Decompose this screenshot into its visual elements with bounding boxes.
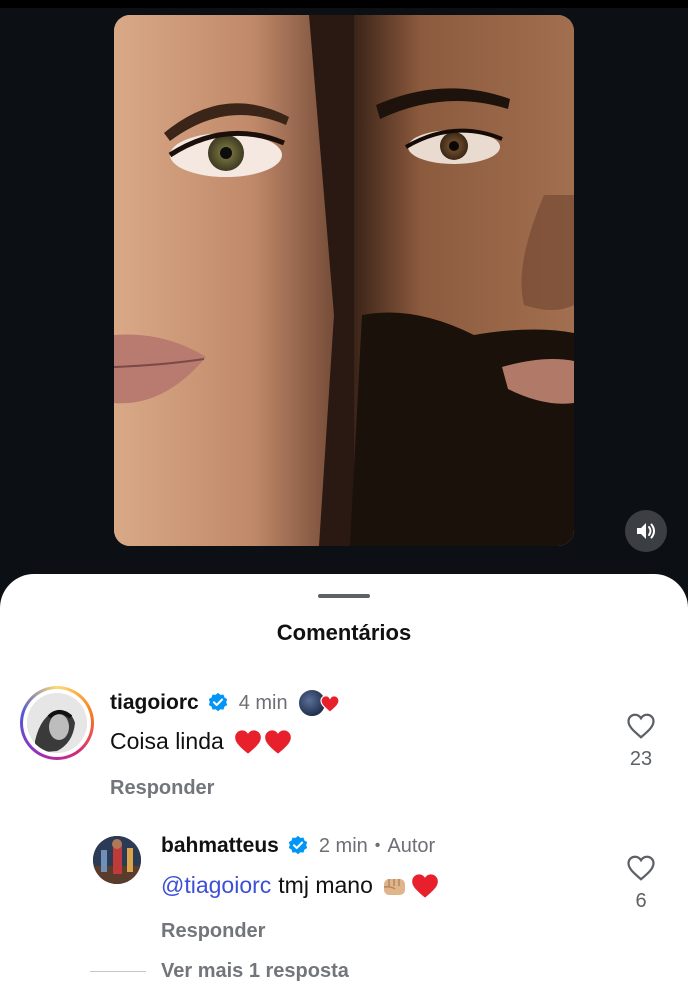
- mention-link[interactable]: @tiagoiorc: [161, 872, 271, 899]
- heart-outline-icon[interactable]: [626, 712, 656, 740]
- thread-line: [90, 970, 146, 973]
- author-label: Autor: [387, 834, 436, 857]
- reply-button[interactable]: Responder: [110, 777, 214, 800]
- like-count: 6: [635, 890, 647, 912]
- comment-text: @tiagoiorc tmj mano: [161, 872, 439, 899]
- comment-meta: tiagoiorc 4 min: [110, 688, 342, 718]
- comments-sheet: Comentários tiagoiorc 4 min Coisa linda …: [0, 574, 688, 1000]
- comment-like: 6: [611, 854, 671, 913]
- like-count: 23: [629, 748, 653, 770]
- comment-body: Coisa linda: [110, 728, 224, 754]
- verified-badge-icon: [208, 692, 227, 712]
- heart-icon: [319, 695, 340, 713]
- comment-text: Coisa linda: [110, 728, 292, 755]
- comment-time: 4 min: [238, 691, 288, 714]
- screen: Comentários tiagoiorc 4 min Coisa linda …: [0, 0, 688, 1000]
- view-more-label[interactable]: Ver mais 1 resposta: [161, 960, 349, 983]
- comment-meta: bahmatteus 2 min • Autor: [161, 834, 435, 858]
- red-heart-emoji-icon: [264, 729, 291, 754]
- avatar[interactable]: [93, 836, 141, 884]
- verified-badge-icon: [288, 835, 308, 855]
- username[interactable]: tiagoiorc: [110, 691, 199, 715]
- fist-emoji-icon: [383, 878, 405, 895]
- liked-by-author-badge: [297, 688, 342, 718]
- username[interactable]: bahmatteus: [161, 834, 279, 858]
- view-more-replies[interactable]: Ver mais 1 resposta: [90, 960, 349, 983]
- red-heart-emoji-icon: [234, 729, 261, 754]
- avatar[interactable]: [27, 693, 87, 753]
- sound-toggle-button[interactable]: [625, 510, 667, 552]
- heart-outline-icon[interactable]: [626, 854, 656, 882]
- post-media[interactable]: [114, 15, 574, 546]
- sheet-grabber[interactable]: [318, 594, 370, 598]
- sheet-title: Comentários: [276, 620, 412, 645]
- red-heart-emoji-icon: [412, 873, 438, 898]
- comment-time: 2 min: [318, 834, 368, 857]
- speaker-icon: [637, 523, 655, 539]
- post-photo: [114, 15, 574, 546]
- status-bar-strip: [0, 0, 688, 8]
- separator-dot: •: [374, 837, 381, 854]
- comment-like: 23: [611, 712, 671, 771]
- comment-body: tmj mano: [278, 872, 373, 898]
- reply-button[interactable]: Responder: [161, 920, 265, 943]
